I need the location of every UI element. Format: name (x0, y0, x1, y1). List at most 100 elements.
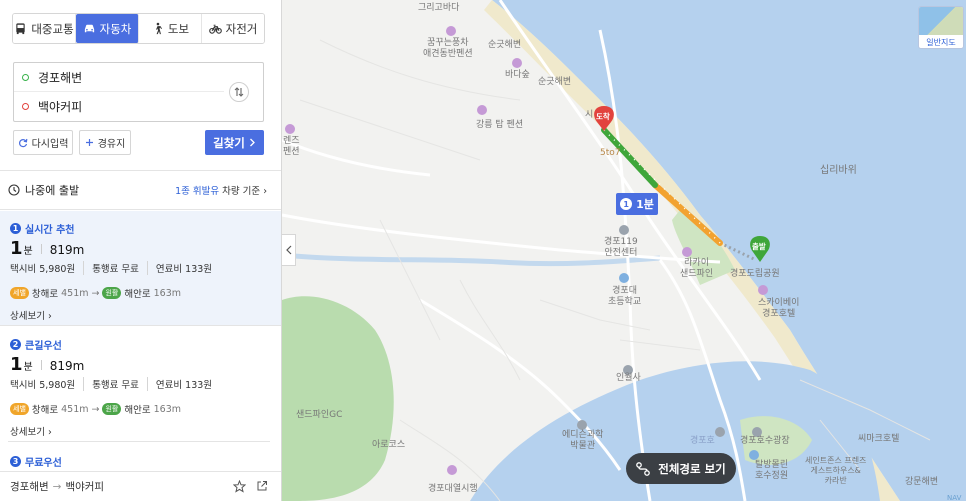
route-distance: 819m (49, 359, 85, 373)
toll-fee: 통행료 무료 (92, 377, 148, 391)
bike-icon (208, 24, 222, 34)
route-title: 2 큰길우선 (10, 337, 62, 352)
route-time-value: 1 (10, 354, 23, 375)
destination-value: 백야커피 (38, 100, 83, 114)
fuel-cost: 연료비 133원 (155, 264, 213, 275)
walk-icon (156, 22, 162, 35)
divider (0, 170, 281, 171)
map-label: 에디슨과학 박물관 (562, 430, 604, 451)
route-details-link[interactable]: 상세보기 › (10, 308, 52, 322)
map-label: 경포도립공원 (730, 269, 780, 279)
transport-mode-tabs: 대중교통 자동차 도보 자전거 (12, 13, 265, 44)
add-waypoint-button[interactable]: 경유지 (79, 130, 131, 155)
map-label: NAV (947, 494, 962, 501)
map-layer-button[interactable]: 일반지도 (918, 6, 964, 49)
map-label: 아로코스 (372, 440, 406, 450)
depart-later-label: 나중에 출발 (25, 184, 80, 197)
tab-car[interactable]: 자동차 (76, 14, 139, 43)
arrow-right-icon: → (52, 480, 62, 493)
destination-field[interactable]: 백야커피 (14, 92, 224, 121)
map-label: 순긋해변 (488, 40, 522, 50)
tab-car-label: 자동차 (99, 21, 132, 36)
map-label: 경포대 초등학교 (608, 286, 642, 307)
directions-panel: 대중교통 자동차 도보 자전거 경포해변 백야커피 다시입력 경유지 길찾기 나… (0, 0, 282, 501)
traffic-tag-smooth: 원활 (102, 403, 122, 415)
swap-icon (234, 87, 244, 97)
origin-field[interactable]: 경포해변 (14, 63, 224, 92)
traffic-tag-smooth: 원활 (102, 287, 122, 299)
divider (0, 209, 281, 210)
fuel-type-selector[interactable]: 1종 휘발유 차량 기준 › (175, 183, 267, 197)
road-distance: 163m (153, 403, 181, 415)
road-name: 창해로 (31, 405, 59, 416)
map-layer-label: 일반지도 (926, 38, 956, 47)
route-icon (636, 461, 651, 476)
tab-walk[interactable]: 도보 (139, 14, 202, 43)
route-number-badge: 3 (10, 456, 21, 467)
car-icon (84, 24, 94, 33)
bus-icon (16, 23, 26, 35)
tab-walk-label: 도보 (167, 21, 190, 36)
reset-label: 다시입력 (31, 139, 69, 150)
tab-transit-label: 대중교통 (31, 21, 74, 36)
route-option-3[interactable]: 3 무료우선 (0, 443, 281, 471)
map-label: 5to7 (600, 148, 621, 158)
tab-transit[interactable]: 대중교통 (13, 14, 76, 43)
route-number-icon: 1 (620, 198, 633, 210)
route-time-badge[interactable]: 1 1분 (616, 193, 658, 215)
route-title: 3 무료우선 (10, 454, 62, 469)
map-label: 꿈꾸는풍차 애견동반펜션 (423, 38, 473, 59)
full-route-button[interactable]: 전체경로 보기 (626, 453, 736, 484)
taxi-fare: 택시비 5,980원 (10, 261, 85, 275)
route-title-text: 실시간 추천 (25, 225, 75, 236)
share-icon[interactable] (256, 480, 268, 492)
star-icon[interactable] (233, 480, 246, 493)
tab-bike[interactable]: 자전거 (202, 14, 264, 43)
find-route-label: 길찾기 (213, 135, 245, 150)
fuel-type-suffix: 차량 기준 (222, 186, 261, 197)
map-label: 강문해변 (905, 477, 939, 487)
separator (40, 360, 42, 370)
map-label: 강릉 탑 펜션 (476, 120, 524, 130)
route-details-link[interactable]: 상세보기 › (10, 424, 52, 438)
map-label: 라카이 샌드파인 (680, 258, 714, 279)
taxi-fare: 택시비 5,980원 (10, 377, 85, 391)
find-route-button[interactable]: 길찾기 (205, 130, 264, 155)
plus-icon (85, 139, 93, 146)
footer-destination: 백야커피 (65, 481, 105, 493)
route-title-text: 무료우선 (25, 458, 62, 469)
route-option-1[interactable]: 1 실시간 추천 1 분 819m 택시비 5,980원 통행료 무료 연료비 … (0, 211, 281, 325)
origin-value: 경포해변 (38, 70, 83, 85)
route-summary: 1 분 819m (10, 354, 84, 375)
tab-bike-label: 자전거 (225, 21, 258, 36)
arrival-marker-label: 도착 (596, 112, 610, 121)
swap-button[interactable] (229, 82, 249, 102)
arrow-right-icon: → (91, 287, 100, 299)
route-time-value: 1 (10, 238, 23, 259)
route-fees: 택시비 5,980원 통행료 무료 연료비 133원 (10, 377, 228, 391)
route-option-2[interactable]: 2 큰길우선 1 분 819m 택시비 5,980원 통행료 무료 연료비 13… (0, 327, 281, 441)
map-label: 씨마크호텔 (858, 434, 900, 444)
map-label: 경포호수광장 (740, 436, 790, 446)
route-action-row: 다시입력 경유지 길찾기 (13, 130, 264, 155)
map-label: 십리바위 (820, 165, 857, 176)
route-input-box: 경포해변 백야커피 (13, 62, 264, 122)
reset-button[interactable]: 다시입력 (13, 130, 73, 155)
traffic-tag-slow: 세밸 (10, 403, 29, 415)
footer-actions (233, 480, 268, 493)
route-roads: 세밸 창해로 451m → 원활 해안로 163m (10, 402, 181, 416)
map-label: 인월사 (616, 373, 641, 383)
road-name: 해안로 (124, 289, 151, 300)
panel-collapse-button[interactable] (282, 234, 296, 266)
map-layer-thumbnail (919, 7, 963, 35)
road-distance: 451m (61, 287, 89, 299)
map-label: 경포호 (690, 436, 715, 446)
route-summary: 1 분 819m (10, 238, 84, 259)
fuel-cost: 연료비 133원 (155, 380, 213, 391)
start-marker-label: 출발 (752, 242, 766, 251)
depart-later-toggle[interactable]: 나중에 출발 (8, 182, 79, 198)
divider (0, 325, 281, 326)
road-name: 해안로 (124, 405, 151, 416)
route-time-unit: 분 (23, 362, 33, 373)
fuel-type: 1종 휘발유 (175, 186, 220, 197)
